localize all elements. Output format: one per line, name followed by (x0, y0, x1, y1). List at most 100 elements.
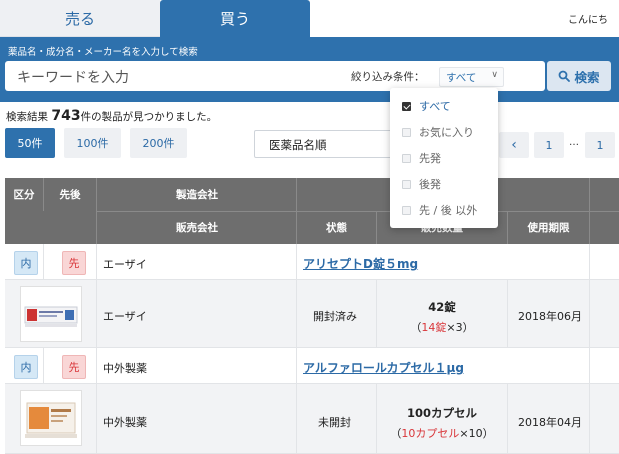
cell-divider (296, 384, 297, 453)
per-page-50-label: 50件 (17, 137, 43, 150)
quantity-open-paren: （ (390, 427, 402, 440)
seller-name: エーザイ (103, 310, 147, 323)
header-seller: 販売会社 (176, 222, 218, 234)
cell-divider (96, 244, 97, 279)
header-maker: 製造会社 (176, 189, 218, 201)
result-count: 743 (51, 108, 81, 124)
expiry-date: 2018年06月 (518, 310, 582, 323)
filter-option-label: 後発 (419, 178, 441, 191)
cell-divider (296, 280, 297, 347)
pagination-prev-button[interactable]: ‹ (499, 132, 529, 158)
search-input[interactable]: キーワードを入力 絞り込み条件： すべて ∨ (5, 61, 545, 91)
filter-option-label: お気に入り (419, 126, 474, 139)
filter-select[interactable]: すべて ∨ (439, 67, 504, 87)
quantity-unit: 10カプセル (401, 427, 460, 440)
search-placeholder: キーワードを入力 (17, 70, 129, 86)
pagination-page-last[interactable]: 1 (585, 132, 615, 158)
cell-divider (589, 384, 590, 453)
header-divider (96, 178, 97, 244)
tab-buy[interactable]: 買う (160, 0, 310, 37)
quantity-unit: 14錠 (421, 321, 447, 334)
result-suffix: 件の製品が見つかりました。 (80, 111, 218, 123)
checkbox-icon[interactable] (402, 153, 411, 163)
maker-name: エーザイ (103, 258, 147, 271)
checkbox-icon[interactable] (402, 127, 411, 137)
filter-option-label: 先 / 後 以外 (419, 204, 478, 217)
per-page-100-label: 100件 (76, 137, 109, 150)
quantity-breakdown: （10カプセル×10） (377, 425, 507, 441)
per-page-200-button[interactable]: 200件 (130, 128, 187, 158)
quantity-open-paren: （ (410, 321, 422, 334)
badge-naiyou: 内 (14, 251, 38, 275)
filter-option-label: 先発 (419, 152, 441, 165)
quantity-breakdown: （14錠×3） (377, 319, 507, 335)
header-status: 状態 (326, 222, 347, 234)
quantity-multiplier: ×10） (459, 427, 494, 440)
filter-dropdown: すべて お気に入り 先発 後発 先 / 後 以外 (390, 88, 498, 228)
cell-divider (43, 244, 44, 279)
product-package-image (21, 391, 81, 445)
header-divider (589, 178, 590, 244)
header-divider (376, 211, 377, 244)
item-status: 開封済み (313, 310, 357, 323)
result-prefix: 検索結果 (6, 111, 48, 123)
header-divider (97, 211, 619, 212)
pagination-page-1[interactable]: 1 (534, 132, 564, 158)
search-button[interactable]: 検索 (547, 61, 611, 91)
cell-divider (296, 348, 297, 383)
header-divider (296, 178, 297, 244)
greeting-text: こんにち (568, 15, 608, 26)
per-page-50-button[interactable]: 50件 (5, 128, 55, 158)
header-divider (43, 178, 44, 211)
search-band: 薬品名・成分名・メーカー名を入力して検索 キーワードを入力 絞り込み条件： すべ… (0, 37, 619, 102)
header-divider (507, 211, 508, 244)
filter-label: 絞り込み条件： (351, 71, 425, 83)
header-expiry: 使用期限 (527, 222, 570, 234)
tab-buy-label: 買う (219, 10, 250, 28)
sort-value: 医薬品名順 (269, 138, 327, 152)
quantity-total: 100カプセル (406, 406, 477, 420)
sort-select[interactable]: 医薬品名順 (254, 130, 394, 158)
checkbox-checked-icon[interactable] (402, 101, 411, 111)
cell-divider (96, 348, 97, 383)
expiry-date: 2018年04月 (518, 416, 582, 429)
drug-name-link[interactable]: アルファロールカプセル１μg (303, 359, 464, 376)
search-icon (559, 70, 571, 82)
chevron-down-icon: ∨ (491, 70, 498, 80)
result-summary: 検索結果 743件の製品が見つかりました。 (6, 108, 217, 124)
cell-divider (43, 348, 44, 383)
tab-sell[interactable]: 売る (0, 0, 160, 37)
top-tabs: 売る 買う こんにち (0, 0, 619, 37)
cell-divider (507, 384, 508, 453)
cell-divider (589, 280, 590, 347)
filter-option-kouhatsu[interactable]: 後発 (402, 174, 441, 194)
product-thumbnail[interactable] (20, 286, 82, 342)
filter-option-other[interactable]: 先 / 後 以外 (402, 200, 477, 220)
cell-divider (589, 244, 590, 279)
badge-naiyou: 内 (14, 355, 38, 379)
checkbox-icon[interactable] (402, 179, 411, 189)
table-header: 区分 先後 製造会社 販売会社 状態 販売数量 使用期限 (5, 178, 619, 244)
seller-name: 中外製薬 (103, 416, 147, 429)
cell-divider (96, 384, 97, 453)
filter-option-all[interactable]: すべて (402, 96, 451, 116)
cell-divider (296, 244, 297, 279)
search-button-label: 検索 (574, 69, 600, 85)
cell-divider (96, 280, 97, 347)
header-sengo: 先後 (59, 189, 81, 201)
filter-option-label: すべて (419, 100, 451, 113)
item-status: 未開封 (318, 416, 351, 429)
per-page-200-label: 200件 (142, 137, 175, 150)
quantity-multiplier: ×3） (446, 321, 474, 334)
table-row: 内 先 エーザイ アリセプトD錠５mg (5, 244, 619, 280)
table-row: 中外製薬 未開封 100カプセル （10カプセル×10） 2018年04月 (5, 384, 619, 454)
per-page-100-button[interactable]: 100件 (64, 128, 121, 158)
checkbox-icon[interactable] (402, 205, 411, 215)
badge-senpatsu: 先 (62, 355, 86, 379)
filter-option-favorites[interactable]: お気に入り (402, 122, 474, 142)
tab-sell-label: 売る (64, 9, 95, 28)
drug-name-link[interactable]: アリセプトD錠５mg (303, 255, 418, 272)
filter-option-senpatsu[interactable]: 先発 (402, 148, 441, 168)
product-thumbnail[interactable] (20, 390, 82, 446)
cell-divider (507, 280, 508, 347)
